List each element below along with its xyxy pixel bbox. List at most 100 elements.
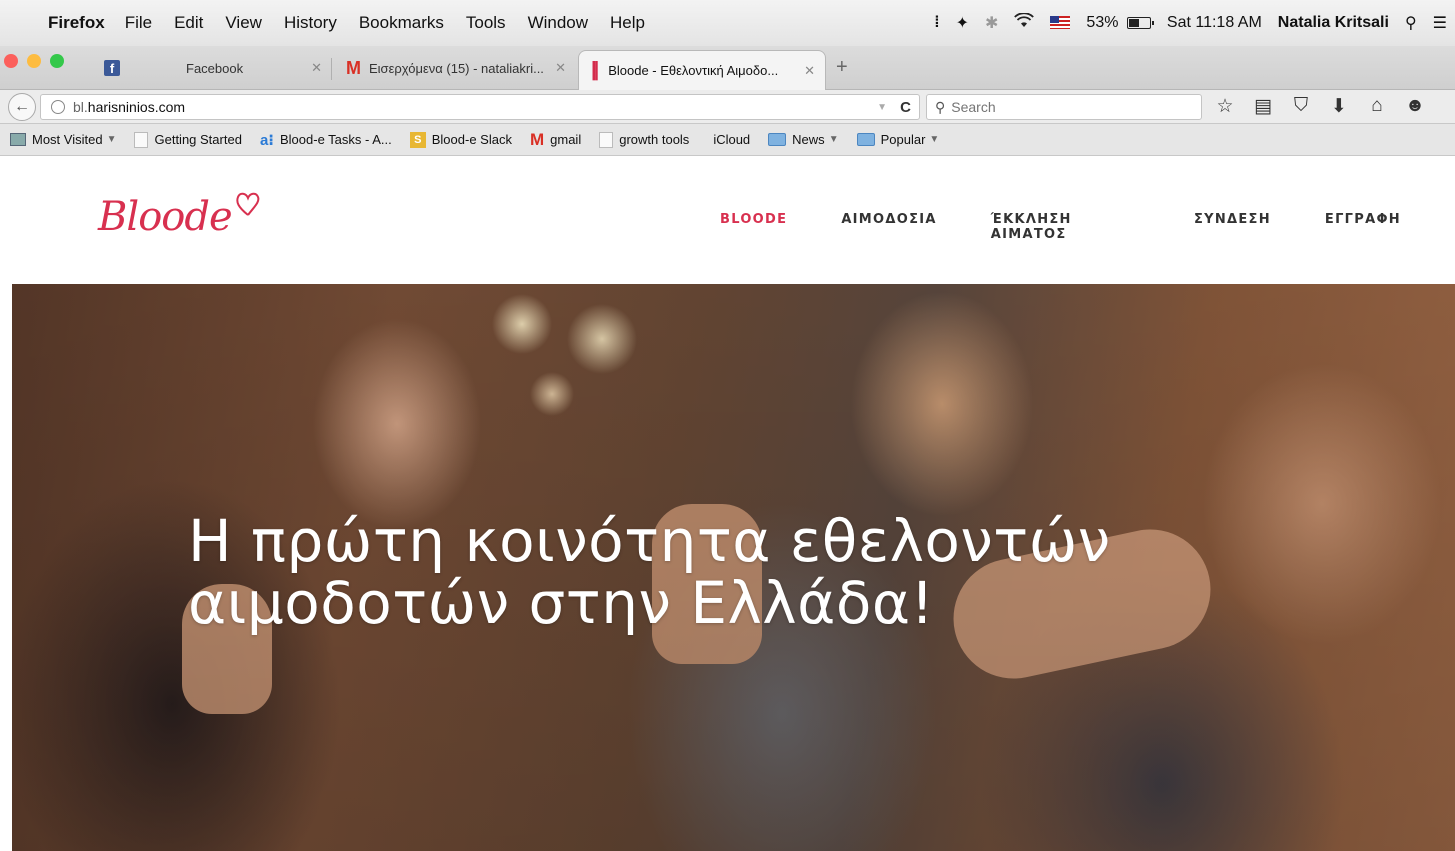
menu-tools[interactable]: Tools — [466, 13, 506, 33]
tab-gmail[interactable]: M Εισερχόμενα (15) - nataliakri... ✕ — [334, 50, 576, 86]
menu-help[interactable]: Help — [610, 13, 645, 33]
bookmark-blood-e-slack[interactable]: S Blood-e Slack — [409, 131, 512, 148]
battery-percent: 53% — [1086, 14, 1119, 31]
bookmark-label: Popular — [880, 132, 926, 147]
menubar-status-area: ⁞ ✦ ✱ 53% Sat 11:18 AM Natalia Kritsali … — [918, 0, 1455, 46]
page-icon — [134, 131, 149, 148]
tab-title: Bloode - Εθελοντική Αιμοδο... — [608, 63, 779, 78]
bookmark-label: News — [792, 132, 825, 147]
close-tab-icon[interactable]: ✕ — [804, 63, 815, 79]
bookmark-label: Most Visited — [32, 132, 103, 147]
chevron-down-icon: ▼ — [929, 134, 940, 145]
back-arrow-icon: ← — [14, 98, 30, 115]
tab-title: Εισερχόμενα (15) - nataliakri... — [369, 60, 544, 76]
bookmark-blood-e-tasks[interactable]: a⁝ Blood-e Tasks - A... — [260, 131, 392, 149]
reading-list-icon[interactable]: ▤ — [1252, 95, 1274, 118]
bookmark-label: Blood-e Tasks - A... — [279, 132, 392, 147]
bookmark-label: iCloud — [713, 132, 751, 147]
bookmark-getting-started[interactable]: Getting Started — [134, 131, 242, 148]
menu-edit[interactable]: Edit — [174, 13, 203, 33]
tab-facebook[interactable]: f Facebook ✕ — [92, 50, 332, 86]
bookmark-star-icon[interactable]: ☆ — [1214, 95, 1236, 118]
bloode-favicon: || — [591, 59, 599, 81]
hero-title-line: Η πρώτη κοινότητα εθελοντών — [188, 507, 1111, 575]
bookmark-growth-tools[interactable]: growth tools — [599, 131, 690, 148]
close-window-button[interactable] — [4, 54, 18, 68]
clock[interactable]: Sat 11:18 AM — [1167, 14, 1262, 32]
downloads-icon[interactable]: ⬇ — [1328, 95, 1350, 118]
zoom-window-button[interactable] — [50, 54, 64, 68]
url-host: harisninios.com — [87, 99, 186, 115]
user-name[interactable]: Natalia Kritsali — [1278, 14, 1389, 32]
battery-icon — [1126, 16, 1154, 29]
folder-icon — [768, 133, 787, 146]
menu-bookmarks[interactable]: Bookmarks — [359, 13, 444, 33]
menu-window[interactable]: Window — [528, 13, 588, 33]
bookmark-label: Blood-e Slack — [431, 132, 512, 147]
url-bar[interactable]: bl. harisninios.com ▼ C — [40, 94, 920, 120]
nav-register[interactable]: ΕΓΓΡΑΦΗ — [1325, 212, 1401, 242]
navigation-toolbar: ← bl.harisninios.com ▼ C ⚲ ☆ ▤ ⛉ ⬇ ⌂ ☻ ≡ — [0, 90, 1455, 124]
bluetooth-icon[interactable]: ✱ — [985, 13, 998, 33]
battery-status[interactable]: 53% — [1086, 14, 1154, 32]
gmail-icon: M — [346, 58, 361, 78]
minimize-window-button[interactable] — [27, 54, 41, 68]
bookmark-label: Getting Started — [154, 132, 242, 147]
pocket-icon[interactable]: ⛉ — [1290, 95, 1312, 118]
bookmark-gmail[interactable]: M gmail — [530, 130, 581, 150]
bookmark-folder-news[interactable]: News ▼ — [768, 132, 839, 147]
heart-icon — [234, 182, 262, 216]
globe-icon[interactable] — [51, 100, 65, 114]
antenna-icon[interactable]: ✦ — [956, 13, 969, 33]
menu-view[interactable]: View — [225, 13, 262, 33]
close-tab-icon[interactable]: ✕ — [555, 60, 566, 76]
bookmark-label: gmail — [550, 132, 582, 147]
menu-file[interactable]: File — [125, 13, 152, 33]
spotlight-icon[interactable]: ⚲ — [1405, 13, 1417, 33]
site-header: Bloode BLOODE ΑΙΜΟΔΟΣΙΑ ΈΚΚΛΗΣΗ ΑΙΜΑΤΟΣ … — [0, 156, 1455, 284]
url-dropdown-icon[interactable]: ▼ — [877, 102, 887, 113]
notification-center-icon[interactable]: ☰ — [1433, 13, 1447, 33]
bookmark-most-visited[interactable]: Most Visited ▼ — [10, 132, 116, 147]
close-tab-icon[interactable]: ✕ — [311, 60, 322, 76]
hero-title-line: αιμοδοτών στην Ελλάδα! — [188, 569, 935, 637]
search-icon: ⚲ — [935, 98, 946, 115]
nav-blood-donation[interactable]: ΑΙΜΟΔΟΣΙΑ — [841, 212, 936, 242]
bookmarks-toolbar: Most Visited ▼ Getting Started a⁝ Blood-e… — [0, 124, 1455, 156]
tab-title: Facebook — [186, 60, 244, 76]
new-tab-button[interactable]: + — [836, 56, 848, 79]
nav-bloode[interactable]: BLOODE — [720, 212, 787, 242]
chevron-down-icon: ▼ — [828, 134, 839, 145]
hero-banner: Η πρώτη κοινότητα εθελοντών αιμοδοτών στ… — [12, 284, 1455, 851]
site-main-nav: BLOODE ΑΙΜΟΔΟΣΙΑ ΈΚΚΛΗΣΗ ΑΙΜΑΤΟΣ ΣΥΝΔΕΣΗ… — [720, 212, 1455, 242]
facebook-icon: f — [104, 60, 120, 76]
page-icon — [599, 131, 614, 148]
trello-icon: a⁝ — [259, 131, 274, 149]
search-input[interactable] — [951, 99, 1172, 115]
site-logo[interactable]: Bloode — [98, 192, 262, 240]
tab-bloode[interactable]: || Bloode - Εθελοντική Αιμοδο... ✕ — [578, 50, 826, 90]
menu-app-firefox[interactable]: Firefox — [48, 13, 105, 33]
hello-chat-icon[interactable]: ☻ — [1404, 95, 1426, 118]
gmail-icon: M — [529, 129, 545, 149]
bookmark-folder-popular[interactable]: Popular ▼ — [856, 132, 940, 147]
us-flag-icon[interactable] — [1050, 14, 1071, 32]
nav-login[interactable]: ΣΥΝΔΕΣΗ — [1194, 212, 1271, 242]
back-button[interactable]: ← — [8, 93, 36, 121]
most-visited-icon — [10, 133, 26, 146]
wifi-icon[interactable] — [1014, 12, 1035, 33]
hero-title: Η πρώτη κοινότητα εθελοντών αιμοδοτών στ… — [188, 510, 1188, 634]
folder-icon — [856, 133, 875, 146]
adobe-icon[interactable]: ⁞ — [934, 14, 939, 32]
reload-icon[interactable]: C — [900, 99, 911, 116]
search-bar[interactable]: ⚲ — [926, 94, 1202, 120]
bookmark-icloud[interactable]: iCloud — [707, 132, 750, 147]
menu-history[interactable]: History — [284, 13, 337, 33]
bookmark-label: growth tools — [619, 132, 690, 147]
logo-text: Bloode — [98, 194, 233, 240]
url-subdomain: bl. — [73, 99, 88, 115]
home-icon[interactable]: ⌂ — [1366, 95, 1388, 118]
mac-menubar: Firefox File Edit View History Bookmarks… — [0, 0, 1455, 46]
toolbar-icons: ☆ ▤ ⛉ ⬇ ⌂ ☻ ≡ — [1214, 95, 1455, 118]
nav-blood-request[interactable]: ΈΚΚΛΗΣΗ ΑΙΜΑΤΟΣ — [991, 212, 1140, 242]
